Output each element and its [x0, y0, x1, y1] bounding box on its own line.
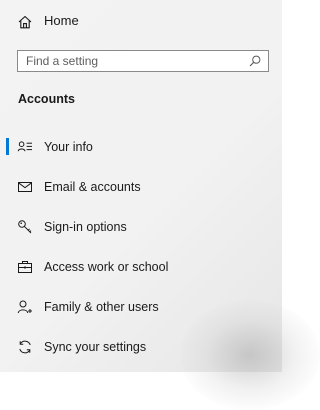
selected-indicator — [6, 138, 9, 155]
search-icon[interactable] — [248, 54, 262, 68]
sidebar-item-label: Access work or school — [44, 260, 169, 274]
sidebar-item-label: Sync your settings — [44, 340, 147, 354]
sidebar-item-label: Family & other users — [44, 300, 159, 314]
home-icon — [17, 14, 33, 30]
search-input[interactable] — [18, 51, 240, 71]
sidebar-item-email-accounts[interactable]: Email & accounts — [0, 174, 282, 200]
sidebar-item-sync-settings[interactable]: Sync your settings — [0, 334, 282, 360]
sidebar-item-access-work[interactable]: Access work or school — [0, 254, 282, 280]
sidebar-item-label: Your info — [44, 140, 93, 154]
home-nav-item[interactable]: Home — [0, 8, 282, 34]
person-add-icon — [17, 299, 33, 315]
sidebar-item-label: Sign-in options — [44, 220, 127, 234]
settings-sidebar: Home Accounts Your info — [0, 0, 320, 410]
sidebar-item-sign-in-options[interactable]: Sign-in options — [0, 214, 282, 240]
home-label: Home — [44, 13, 79, 28]
person-list-icon — [17, 139, 33, 155]
search-box[interactable] — [17, 50, 269, 72]
briefcase-icon — [17, 259, 33, 275]
key-icon — [17, 219, 33, 235]
sync-icon — [17, 339, 33, 355]
sidebar-item-family-users[interactable]: Family & other users — [0, 294, 282, 320]
sidebar-item-label: Email & accounts — [44, 180, 141, 194]
section-heading: Accounts — [18, 92, 75, 106]
mail-icon — [17, 179, 33, 195]
sidebar-item-your-info[interactable]: Your info — [0, 134, 282, 160]
